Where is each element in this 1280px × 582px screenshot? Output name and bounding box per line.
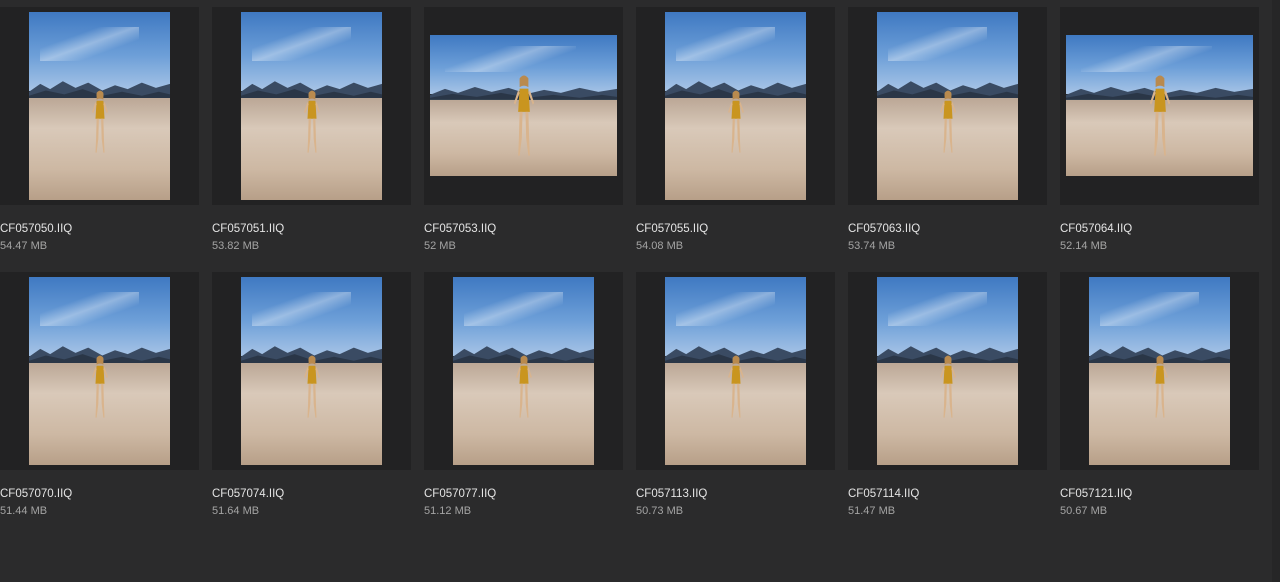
file-name[interactable]: CF057055.IIQ (636, 223, 708, 235)
file-item[interactable]: CF057053.IIQ 52 MB (424, 7, 623, 267)
file-name[interactable]: CF057077.IIQ (424, 488, 496, 500)
thumbnail-frame[interactable] (848, 7, 1047, 205)
file-name[interactable]: CF057074.IIQ (212, 488, 284, 500)
file-item[interactable]: CF057050.IIQ 54.47 MB (0, 7, 199, 267)
thumbnail-frame[interactable] (212, 272, 411, 470)
file-item[interactable]: CF057074.IIQ 51.64 MB (212, 272, 411, 532)
thumbnail-frame[interactable] (212, 7, 411, 205)
file-name[interactable]: CF057064.IIQ (1060, 223, 1132, 235)
thumbnail-frame[interactable] (848, 272, 1047, 470)
photo-thumbnail (1066, 35, 1253, 176)
photo-thumbnail (1089, 277, 1230, 465)
file-name[interactable]: CF057053.IIQ (424, 223, 496, 235)
thumbnail-frame[interactable] (1060, 272, 1259, 470)
thumbnail-frame[interactable] (424, 7, 623, 205)
file-name[interactable]: CF057114.IIQ (848, 488, 919, 500)
file-name[interactable]: CF057070.IIQ (0, 488, 72, 500)
thumbnail-frame[interactable] (0, 7, 199, 205)
photo-thumbnail (430, 35, 617, 176)
file-size: 51.47 MB (848, 505, 896, 517)
photo-thumbnail (665, 277, 806, 465)
file-name[interactable]: CF057063.IIQ (848, 223, 920, 235)
file-size: 51.44 MB (0, 505, 48, 517)
file-item[interactable]: CF057051.IIQ 53.82 MB (212, 7, 411, 267)
file-name[interactable]: CF057050.IIQ (0, 223, 72, 235)
file-item[interactable]: CF057121.IIQ 50.67 MB (1060, 272, 1259, 532)
photo-thumbnail (453, 277, 594, 465)
photo-thumbnail (877, 12, 1018, 200)
thumbnail-frame[interactable] (1060, 7, 1259, 205)
file-size: 54.08 MB (636, 240, 684, 252)
thumbnail-frame[interactable] (636, 272, 835, 470)
photo-thumbnail (29, 12, 170, 200)
scrollbar-track[interactable] (1272, 0, 1280, 582)
file-size: 53.82 MB (212, 240, 260, 252)
file-name[interactable]: CF057121.IIQ (1060, 488, 1132, 500)
photo-thumbnail (665, 12, 806, 200)
photo-thumbnail (241, 12, 382, 200)
file-size: 50.73 MB (636, 505, 684, 517)
file-item[interactable]: CF057063.IIQ 53.74 MB (848, 7, 1047, 267)
file-item[interactable]: CF057077.IIQ 51.12 MB (424, 272, 623, 532)
file-size: 51.12 MB (424, 505, 472, 517)
file-item[interactable]: CF057055.IIQ 54.08 MB (636, 7, 835, 267)
file-size: 53.74 MB (848, 240, 896, 252)
file-item[interactable]: CF057064.IIQ 52.14 MB (1060, 7, 1259, 267)
thumbnail-frame[interactable] (0, 272, 199, 470)
file-name[interactable]: CF057113.IIQ (636, 488, 707, 500)
file-item[interactable]: CF057070.IIQ 51.44 MB (0, 272, 199, 532)
file-size: 54.47 MB (0, 240, 48, 252)
photo-thumbnail (241, 277, 382, 465)
file-size: 51.64 MB (212, 505, 260, 517)
file-grid: CF057050.IIQ 54.47 MB CF057051.IIQ 53.82 MB… (0, 0, 1272, 582)
photo-thumbnail (29, 277, 170, 465)
thumbnail-frame[interactable] (424, 272, 623, 470)
file-size: 50.67 MB (1060, 505, 1108, 517)
file-name[interactable]: CF057051.IIQ (212, 223, 284, 235)
file-item[interactable]: CF057113.IIQ 50.73 MB (636, 272, 835, 532)
photo-thumbnail (877, 277, 1018, 465)
thumbnail-frame[interactable] (636, 7, 835, 205)
file-size: 52 MB (424, 240, 456, 252)
file-size: 52.14 MB (1060, 240, 1108, 252)
file-item[interactable]: CF057114.IIQ 51.47 MB (848, 272, 1047, 532)
